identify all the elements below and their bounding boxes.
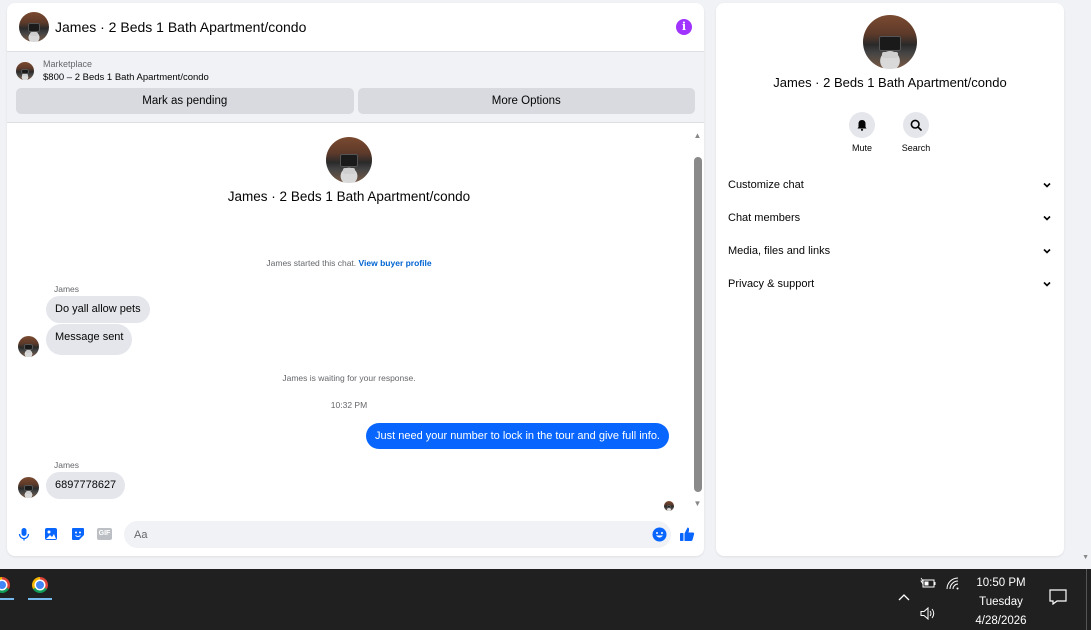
- volume-icon[interactable]: [920, 607, 936, 620]
- profile-avatar[interactable]: [326, 137, 372, 183]
- microphone-icon[interactable]: [17, 527, 31, 541]
- taskbar-clock[interactable]: 10:50 PM Tuesday 4/28/2026: [966, 574, 1036, 630]
- clock-date: 4/28/2026: [975, 615, 1027, 627]
- sticker-icon[interactable]: [71, 527, 85, 541]
- incoming-message[interactable]: Message sent: [46, 324, 133, 355]
- search-label: Search: [901, 143, 931, 153]
- section-label: Chat members: [728, 212, 801, 224]
- chat-scrollbar[interactable]: ▲ ▼: [691, 127, 704, 512]
- thumbs-up-icon[interactable]: [679, 526, 695, 542]
- privacy-support-section[interactable]: Privacy & support: [728, 274, 1052, 294]
- taskbar-active-indicator: [28, 598, 52, 600]
- search-icon[interactable]: [903, 112, 929, 138]
- section-label: Customize chat: [728, 179, 804, 191]
- gif-icon[interactable]: GIF: [97, 528, 112, 540]
- image-icon[interactable]: [44, 527, 58, 541]
- listing-text: Marketplace $800 – 2 Beds 1 Bath Apartme…: [43, 58, 209, 84]
- info-name: James · 2 Beds 1 Bath Apartment/condo: [773, 75, 1007, 90]
- wifi-icon[interactable]: [946, 577, 960, 590]
- incoming-message[interactable]: Do yall allow pets: [46, 296, 150, 323]
- outgoing-message[interactable]: Just need your number to lock in the tou…: [366, 423, 669, 449]
- chat-header: James · 2 Beds 1 Bath Apartment/condo i: [7, 3, 704, 52]
- clock-day: Tuesday: [979, 596, 1023, 608]
- listing-title[interactable]: $800 – 2 Beds 1 Bath Apartment/condo: [43, 71, 209, 84]
- contact-avatar[interactable]: [19, 12, 49, 42]
- emoji-icon[interactable]: [652, 527, 667, 542]
- taskbar-active-indicator: [0, 598, 14, 600]
- more-options-button[interactable]: More Options: [357, 88, 695, 114]
- view-buyer-profile-link[interactable]: View buyer profile: [359, 258, 432, 268]
- sender-name: James: [54, 284, 80, 294]
- message-list: James · 2 Beds 1 Bath Apartment/condo Ja…: [7, 127, 691, 512]
- chat-info-panel: James · 2 Beds 1 Bath Apartment/condo Mu…: [716, 3, 1064, 556]
- clock-time: 10:50 PM: [976, 577, 1026, 589]
- chat-panel: James · 2 Beds 1 Bath Apartment/condo i …: [7, 3, 704, 556]
- sender-avatar[interactable]: [18, 477, 39, 498]
- scroll-thumb[interactable]: [694, 157, 702, 492]
- message-input[interactable]: [124, 521, 624, 548]
- listing-thumbnail[interactable]: [16, 62, 34, 80]
- sender-name: James: [54, 460, 80, 470]
- message-timestamp: 10:32 PM: [330, 400, 368, 410]
- chevron-down-icon: [1043, 248, 1051, 254]
- battery-icon[interactable]: [920, 577, 936, 589]
- chevron-down-icon: [1043, 215, 1051, 221]
- chevron-down-icon: [1043, 281, 1051, 287]
- mark-as-pending-button[interactable]: Mark as pending: [16, 88, 354, 114]
- seen-indicator-avatar: [664, 501, 674, 511]
- section-label: Privacy & support: [728, 278, 815, 290]
- listing-buttons: Mark as pending More Options: [16, 88, 695, 114]
- show-desktop-edge[interactable]: [1086, 569, 1087, 630]
- waiting-notice: James is waiting for your response.: [282, 373, 416, 383]
- chat-members-section[interactable]: Chat members: [728, 208, 1052, 228]
- incoming-message[interactable]: 6897778627: [46, 472, 126, 499]
- chrome-icon: [32, 577, 48, 593]
- page-scroll-down-arrow[interactable]: ▼: [1082, 554, 1089, 561]
- composer: GIF: [7, 520, 704, 550]
- sender-avatar[interactable]: [18, 336, 39, 357]
- info-icon[interactable]: i: [676, 19, 692, 35]
- chat-started-text: James started this chat.: [266, 258, 357, 268]
- profile-name: James · 2 Beds 1 Bath Apartment/condo: [227, 189, 471, 204]
- chat-profile-block: James · 2 Beds 1 Bath Apartment/condo: [7, 137, 691, 204]
- taskbar: 10:50 PM Tuesday 4/28/2026: [0, 569, 1091, 630]
- show-hidden-icons-chevron-icon[interactable]: [898, 593, 910, 601]
- customize-chat-section[interactable]: Customize chat: [728, 175, 1052, 195]
- taskbar-chrome-app[interactable]: [28, 577, 52, 601]
- section-label: Media, files and links: [728, 245, 831, 257]
- chat-title[interactable]: James · 2 Beds 1 Bath Apartment/condo: [55, 19, 306, 35]
- mute-action[interactable]: Mute: [842, 112, 882, 153]
- message-input-container[interactable]: [124, 521, 671, 548]
- listing-source: Marketplace: [43, 59, 93, 69]
- listing-row[interactable]: Marketplace $800 – 2 Beds 1 Bath Apartme…: [16, 58, 695, 84]
- scroll-up-arrow[interactable]: ▲: [691, 131, 704, 140]
- scroll-down-arrow[interactable]: ▼: [691, 499, 704, 508]
- mute-label: Mute: [851, 143, 872, 153]
- notification-center-icon[interactable]: [1049, 589, 1067, 605]
- listing-bar: Marketplace $800 – 2 Beds 1 Bath Apartme…: [7, 52, 704, 123]
- taskbar-chrome-app[interactable]: [0, 577, 14, 601]
- search-action[interactable]: Search: [896, 112, 936, 153]
- bell-icon[interactable]: [849, 112, 875, 138]
- chat-started-notice: James started this chat. View buyer prof…: [7, 258, 691, 268]
- chevron-down-icon: [1043, 182, 1051, 188]
- media-files-links-section[interactable]: Media, files and links: [728, 241, 1052, 261]
- chrome-icon: [0, 577, 10, 593]
- info-avatar[interactable]: [863, 15, 917, 69]
